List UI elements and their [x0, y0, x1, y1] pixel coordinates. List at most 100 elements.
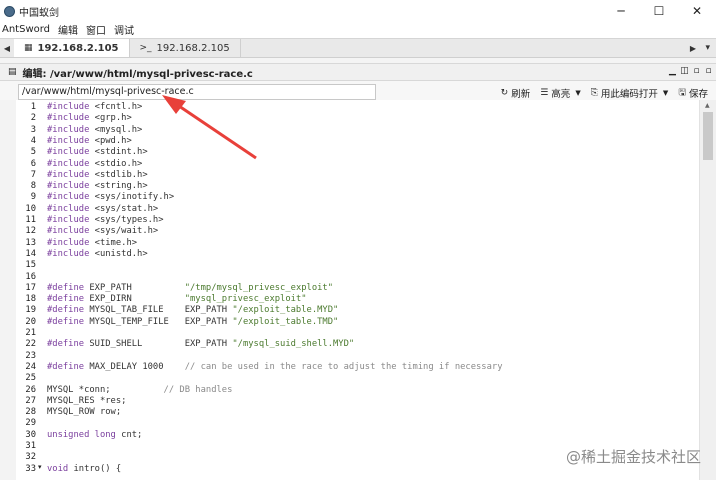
line-number: 17: [25, 282, 36, 293]
code-line: #define MYSQL_TAB_FILE EXP_PATH "/exploi…: [47, 305, 339, 316]
code-line: #define SUID_SHELL EXP_PATH "/mysql_suid…: [47, 339, 355, 350]
line-number: 28: [25, 407, 36, 418]
code-line: #include <mysql.h>: [47, 124, 143, 135]
menu-window[interactable]: 窗口: [86, 22, 106, 37]
code-line: #include <unistd.h>: [47, 248, 148, 259]
line-number: 33: [25, 463, 36, 474]
grid-icon: ▦: [24, 43, 33, 53]
tab-bar: ◀ ▦ 192.168.2.105 >_ 192.168.2.105 ▶ ▾: [0, 38, 716, 58]
code-line: #include <grp.h>: [47, 113, 132, 124]
line-number: 16: [25, 271, 36, 282]
code-line: #include <pwd.h>: [47, 135, 132, 146]
line-number: 5: [30, 147, 36, 158]
line-number: 22: [25, 339, 36, 350]
code-line: #include <fcntl.h>: [47, 102, 143, 112]
tab-file-manager[interactable]: ▦ 192.168.2.105: [14, 39, 130, 57]
file-path-input[interactable]: /var/www/html/mysql-privesc-race.c: [18, 84, 376, 100]
maximize-button[interactable]: ☐: [640, 0, 678, 22]
line-number: 26: [25, 384, 36, 395]
line-number: 3: [30, 124, 36, 135]
code-line: #include <stdint.h>: [47, 147, 148, 158]
line-number: 20: [25, 316, 36, 327]
code-line: #define EXP_DIRN "mysql_privesc_exploit": [47, 294, 307, 305]
save-icon: 🖫: [678, 88, 686, 98]
line-number: 7: [30, 169, 36, 180]
line-number: 24: [25, 361, 36, 372]
tab-label: 192.168.2.105: [37, 42, 119, 54]
menu-bar: AntSword 编辑 窗口 调试: [0, 22, 716, 37]
tab-menu-chevron-icon[interactable]: ▾: [705, 43, 710, 53]
line-number: 12: [25, 226, 36, 237]
close-button[interactable]: ✕: [678, 0, 716, 22]
highlight-dropdown[interactable]: ☰ 高亮 ▼: [540, 86, 580, 100]
panel-maximize-button[interactable]: ▫: [691, 66, 702, 77]
watermark: @稀土掘金技术社区: [566, 448, 702, 466]
tab-label: 192.168.2.105: [156, 42, 230, 54]
refresh-button[interactable]: ↻ 刷新: [501, 86, 531, 100]
code-area[interactable]: #include <fcntl.h> #include <grp.h> #inclu…: [47, 100, 697, 480]
minimize-button[interactable]: ─: [602, 0, 640, 22]
code-line: unsigned long cnt;: [47, 429, 143, 440]
line-number: 19: [25, 305, 36, 316]
code-line: #include <stdlib.h>: [47, 169, 148, 180]
line-number: 13: [25, 237, 36, 248]
editor-left-margin: [0, 100, 16, 480]
menu-debug[interactable]: 调试: [114, 22, 134, 37]
scrollbar-thumb[interactable]: [703, 112, 713, 160]
editor-scrollbar[interactable]: ▲: [699, 100, 716, 480]
line-number: 4: [30, 135, 36, 146]
line-number: 10: [25, 203, 36, 214]
code-line: MYSQL_ROW row;: [47, 407, 122, 418]
line-number: 21: [25, 328, 36, 338]
line-number: 2: [30, 113, 36, 124]
refresh-icon: ↻: [500, 88, 509, 98]
fold-chevron-icon[interactable]: ▾: [38, 463, 42, 471]
line-number: 23: [25, 350, 36, 361]
line-number: 25: [25, 373, 36, 384]
line-number: 32: [25, 452, 36, 463]
panel-detach-button[interactable]: ▫: [703, 66, 714, 77]
line-number: 14: [25, 248, 36, 259]
code-line: #include <stdio.h>: [47, 158, 143, 169]
tab-terminal[interactable]: >_ 192.168.2.105: [130, 39, 241, 57]
chevron-down-icon: ▼: [662, 89, 669, 97]
code-line: #include <sys/stat.h>: [47, 203, 159, 214]
file-open-icon: ⎘: [590, 88, 598, 98]
panel-title: 编辑: /var/www/html/mysql-privesc-race.c: [22, 68, 253, 80]
terminal-icon: >_: [139, 43, 152, 53]
tab-scroll-left-button[interactable]: ◀: [0, 39, 14, 57]
window-title: 中国蚁剑: [19, 7, 59, 19]
panel-restore-button[interactable]: ◫: [679, 66, 690, 77]
line-number: 9: [30, 192, 36, 203]
file-icon: ▤: [8, 67, 17, 77]
code-line: #include <sys/types.h>: [47, 215, 164, 225]
panel-minimize-button[interactable]: ▁: [667, 66, 678, 77]
line-number: 15: [25, 260, 36, 271]
line-number: 8: [30, 181, 36, 192]
line-number: 6: [30, 158, 36, 169]
code-line: MYSQL *conn; // DB handles: [47, 384, 233, 395]
tab-scroll-right-button[interactable]: ▶: [686, 39, 700, 57]
line-number: 30: [25, 429, 36, 440]
code-line: #define EXP_PATH "/tmp/mysql_privesc_exp…: [47, 282, 334, 293]
app-logo-icon: [4, 5, 15, 17]
code-line: #include <time.h>: [47, 237, 138, 248]
encoding-open-dropdown[interactable]: ⎘ 用此编码打开 ▼: [591, 86, 669, 100]
menu-antsword[interactable]: AntSword: [2, 24, 50, 35]
line-number: 18: [25, 294, 36, 305]
editor-panel-header: ▤ 编辑: /var/www/html/mysql-privesc-race.c…: [0, 63, 716, 81]
code-line: MYSQL_RES *res;: [47, 395, 127, 406]
line-number: 1: [30, 102, 36, 112]
line-number: 29: [25, 418, 36, 429]
title-bar: 中国蚁剑 ─ ☐ ✕: [0, 0, 716, 22]
code-line: #include <string.h>: [47, 181, 148, 192]
list-icon: ☰: [540, 88, 549, 98]
code-line: #define MAX_DELAY 1000 // can be used in…: [47, 361, 503, 372]
save-button[interactable]: 🖫 保存: [678, 85, 708, 101]
code-line: #define MYSQL_TEMP_FILE EXP_PATH "/explo…: [47, 316, 339, 327]
menu-edit[interactable]: 编辑: [58, 22, 78, 37]
chevron-down-icon: ▼: [575, 89, 581, 97]
scroll-up-icon[interactable]: ▲: [705, 102, 710, 109]
code-editor[interactable]: 1 2 3 4 5 6 7 8 9 10 11 12 13 14 15 16 17 18 19 20 21 22 23 24 2…: [16, 100, 699, 480]
line-number: 11: [25, 215, 36, 225]
